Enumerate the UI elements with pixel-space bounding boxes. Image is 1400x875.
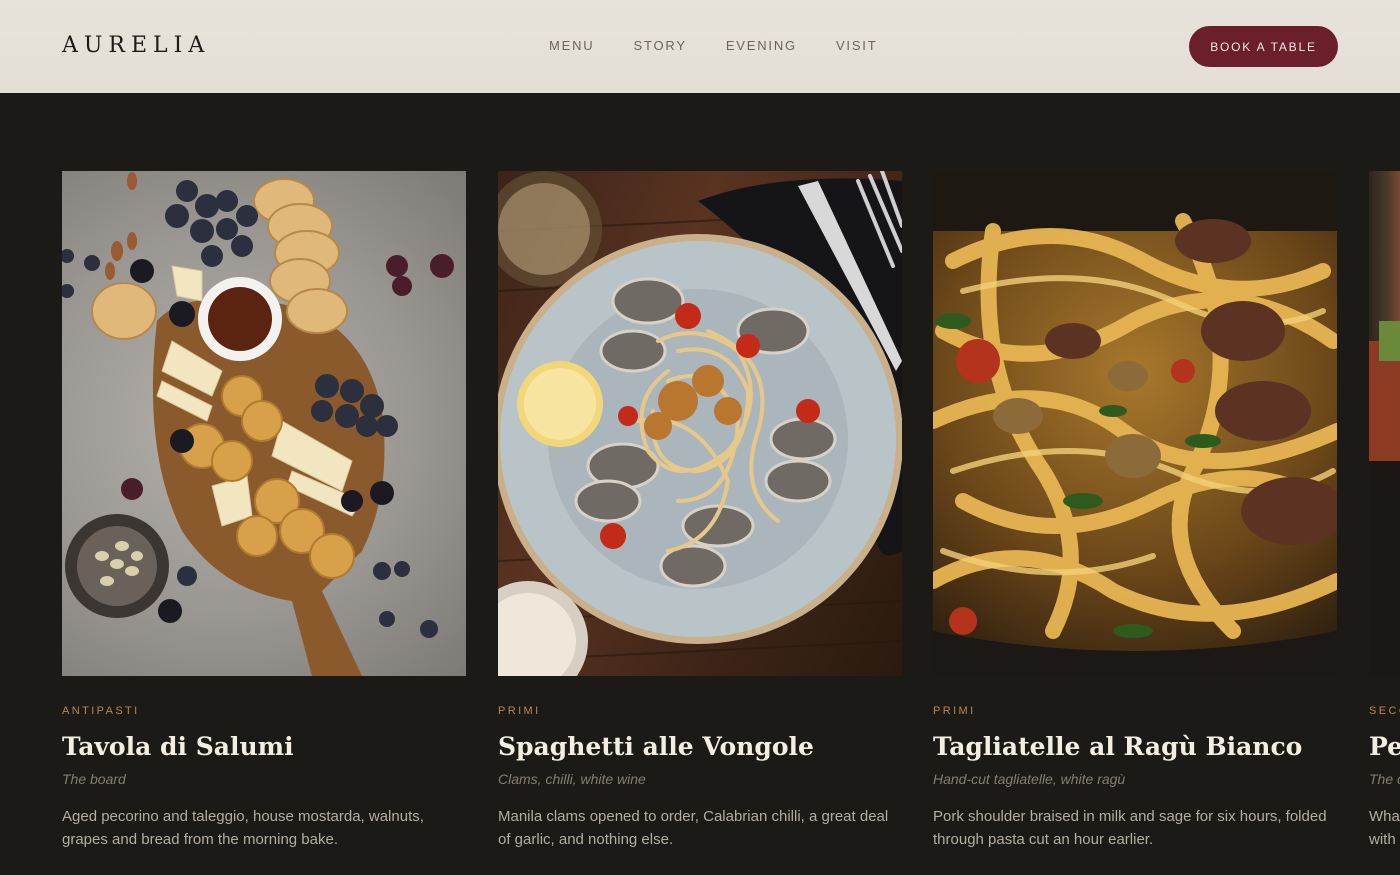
dish-subtitle: Hand-cut tagliatelle, white ragù (933, 771, 1126, 787)
dish-title[interactable]: Tagliatelle al Ragù Bianco (933, 728, 1302, 766)
dish-description: Wha with (1369, 808, 1400, 848)
book-table-button[interactable]: BOOK A TABLE (1189, 26, 1338, 67)
nav-link-evening[interactable]: EVENING (726, 38, 797, 54)
dish-card-partial[interactable]: SECO Pe The c Wha with (1369, 171, 1400, 875)
dish-photo-salmon (1369, 171, 1400, 676)
dish-photo-charcuterie (62, 171, 466, 676)
dish-title[interactable]: Spaghetti alle Vongole (498, 728, 814, 766)
nav-link-visit[interactable]: VISIT (836, 38, 878, 54)
dish-card-tagliatelle[interactable]: PRIMI Tagliatelle al Ragù Bianco Hand-cu… (933, 171, 1337, 848)
dish-title[interactable]: Pe (1369, 728, 1400, 766)
brand-logo[interactable]: AURELIA (62, 32, 210, 60)
dish-subtitle: Clams, chilli, white wine (498, 771, 646, 787)
main-nav: MENU STORY EVENING VISIT (549, 38, 877, 54)
dish-category: PRIMI (933, 705, 976, 717)
dish-subtitle: The c (1369, 771, 1400, 787)
nav-link-story[interactable]: STORY (633, 38, 686, 54)
dish-card-tavola[interactable]: ANTIPASTI Tavola di Salumi The board Age… (62, 171, 466, 848)
dish-photo-spaghetti (498, 171, 902, 676)
dish-category: SECO (1369, 705, 1400, 717)
dish-category: ANTIPASTI (62, 705, 140, 717)
dish-subtitle: The board (62, 771, 126, 787)
nav-link-menu[interactable]: MENU (549, 38, 594, 54)
dish-description: Aged pecorino and taleggio, house mostar… (62, 808, 424, 848)
dish-description: Pork shoulder braised in milk and sage f… (933, 808, 1327, 848)
dish-title[interactable]: Tavola di Salumi (62, 728, 294, 766)
dish-category: PRIMI (498, 705, 541, 717)
site-header: AURELIA MENU STORY EVENING VISIT BOOK A … (0, 0, 1400, 93)
dish-card-vongole[interactable]: PRIMI Spaghetti alle Vongole Clams, chil… (498, 171, 902, 848)
dish-description: Manila clams opened to order, Calabrian … (498, 808, 889, 848)
dish-photo-tagliatelle (933, 171, 1337, 676)
